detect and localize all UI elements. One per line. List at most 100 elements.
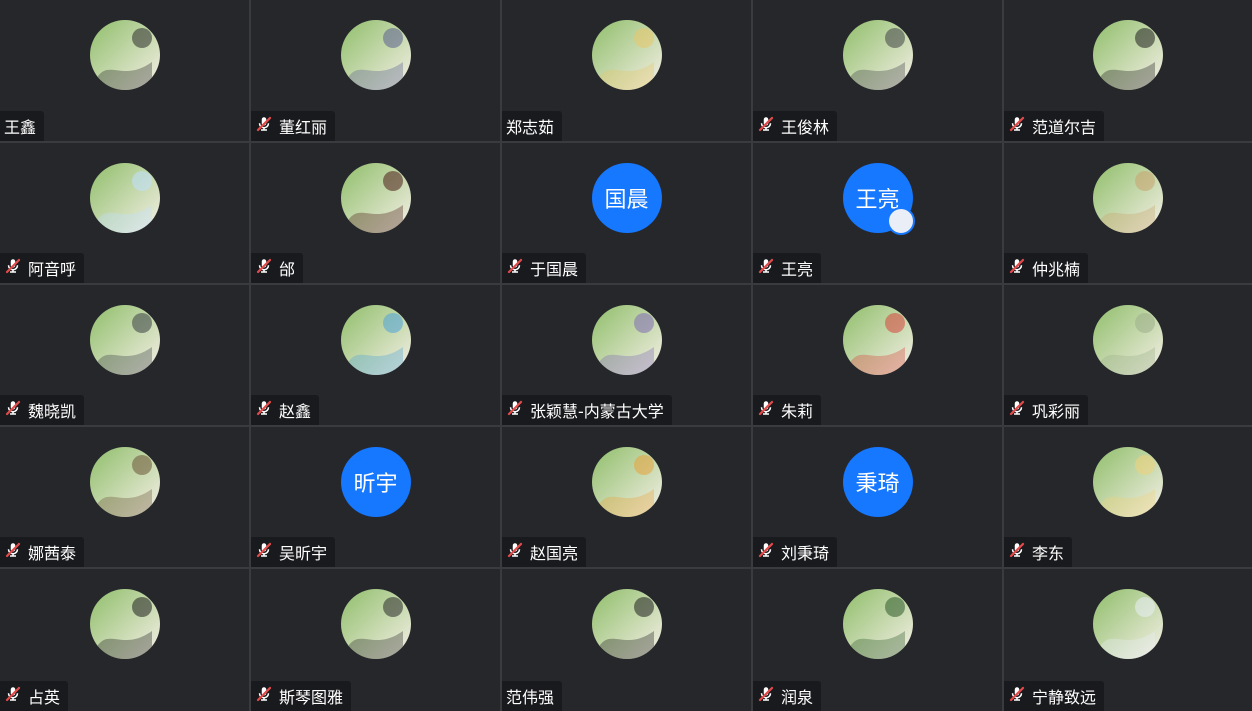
participant-grid: 王鑫 董红丽 郑志茹 王俊林 范道尔吉 阿音呼 邰 国晨 于国晨 王亮 王亮 仲… [0,0,1252,711]
microphone-muted-icon [506,398,530,422]
avatar [591,447,662,517]
participant-tile[interactable]: 斯琴图雅 [251,569,500,711]
microphone-muted-icon [4,256,28,280]
participant-tile[interactable]: 赵国亮 [502,427,751,567]
participant-name: 朱莉 [781,402,814,421]
participant-tile[interactable]: 润泉 [753,569,1002,711]
participant-name: 娜茜泰 [28,544,77,563]
participant-name: 阿音呼 [28,260,77,279]
participant-tile[interactable]: 邰 [251,143,500,283]
participant-name: 于国晨 [530,260,579,279]
microphone-muted-icon [255,114,279,138]
microphone-muted-icon [757,398,781,422]
participant-name: 王鑫 [4,118,37,137]
participant-tile[interactable]: 赵鑫 [251,285,500,425]
avatar [591,589,662,659]
microphone-muted-icon [255,540,279,564]
avatar [340,20,411,90]
participant-name: 巩彩丽 [1032,402,1081,421]
microphone-muted-icon [757,540,781,564]
participant-tile[interactable]: 李东 [1004,427,1252,567]
participant-name-tag: 朱莉 [753,395,822,425]
participant-name-tag: 斯琴图雅 [251,681,352,711]
participant-name: 范道尔吉 [1032,118,1097,137]
microphone-muted-icon [1008,540,1032,564]
participant-name-tag: 仲兆楠 [1004,253,1089,283]
microphone-muted-icon [506,540,530,564]
participant-name-tag: 郑志茹 [502,111,563,141]
participant-name: 王亮 [781,260,814,279]
participant-tile[interactable]: 王亮 王亮 [753,143,1002,283]
participant-name: 张颖慧-内蒙古大学 [530,402,664,421]
participant-name: 邰 [279,260,296,279]
status-badge-icon [886,207,915,235]
microphone-muted-icon [1008,256,1032,280]
avatar [1093,20,1163,90]
participant-name-tag: 于国晨 [502,253,587,283]
microphone-muted-icon [255,398,279,422]
avatar-badge-wrap [843,163,915,235]
participant-name-tag: 董红丽 [251,111,336,141]
participant-name: 宁静致远 [1032,688,1097,707]
participant-name-tag: 范伟强 [502,681,563,711]
participant-tile[interactable]: 魏晓凯 [0,285,249,425]
avatar [1093,447,1163,517]
participant-tile[interactable]: 娜茜泰 [0,427,249,567]
microphone-muted-icon [757,114,781,138]
participant-name-tag: 阿音呼 [0,253,85,283]
participant-name-tag: 巩彩丽 [1004,395,1089,425]
participant-name: 刘秉琦 [781,544,830,563]
participant-name: 李东 [1032,544,1065,563]
microphone-muted-icon [255,684,279,708]
participant-name-tag: 范道尔吉 [1004,111,1105,141]
avatar [1093,589,1163,659]
avatar [340,589,411,659]
participant-name-tag: 润泉 [753,681,822,711]
participant-tile[interactable]: 范伟强 [502,569,751,711]
participant-tile[interactable]: 张颖慧-内蒙古大学 [502,285,751,425]
avatar: 国晨 [591,163,662,233]
microphone-muted-icon [255,256,279,280]
participant-tile[interactable]: 宁静致远 [1004,569,1252,711]
avatar [89,447,160,517]
participant-tile[interactable]: 秉琦 刘秉琦 [753,427,1002,567]
microphone-muted-icon [757,684,781,708]
participant-tile[interactable]: 国晨 于国晨 [502,143,751,283]
avatar [340,305,411,375]
microphone-muted-icon [1008,684,1032,708]
avatar: 昕宇 [340,447,411,517]
participant-tile[interactable]: 巩彩丽 [1004,285,1252,425]
avatar [842,589,913,659]
participant-tile[interactable]: 仲兆楠 [1004,143,1252,283]
avatar-initials: 昕宇 [353,472,398,497]
participant-tile[interactable]: 阿音呼 [0,143,249,283]
microphone-muted-icon [1008,114,1032,138]
participant-tile[interactable]: 郑志茹 [502,0,751,141]
avatar [591,305,662,375]
participant-name: 范伟强 [506,688,555,707]
microphone-muted-icon [4,540,28,564]
participant-tile[interactable]: 范道尔吉 [1004,0,1252,141]
avatar [1093,305,1163,375]
participant-name-tag: 邰 [251,253,304,283]
participant-tile[interactable]: 朱莉 [753,285,1002,425]
participant-name: 郑志茹 [506,118,555,137]
participant-tile[interactable]: 占英 [0,569,249,711]
participant-name: 董红丽 [279,118,328,137]
participant-name-tag: 王亮 [753,253,822,283]
avatar-initials: 国晨 [604,188,649,213]
participant-tile[interactable]: 董红丽 [251,0,500,141]
participant-name: 斯琴图雅 [279,688,344,707]
participant-name-tag: 占英 [0,681,69,711]
participant-name: 仲兆楠 [1032,260,1081,279]
participant-name: 魏晓凯 [28,402,77,421]
participant-tile[interactable]: 昕宇 吴昕宇 [251,427,500,567]
participant-name-tag: 赵国亮 [502,537,587,567]
microphone-muted-icon [506,256,530,280]
avatar: 秉琦 [842,447,913,517]
participant-tile[interactable]: 王俊林 [753,0,1002,141]
participant-name-tag: 李东 [1004,537,1073,567]
participant-name-tag: 张颖慧-内蒙古大学 [502,395,672,425]
participant-tile[interactable]: 王鑫 [0,0,249,141]
participant-name-tag: 刘秉琦 [753,537,838,567]
